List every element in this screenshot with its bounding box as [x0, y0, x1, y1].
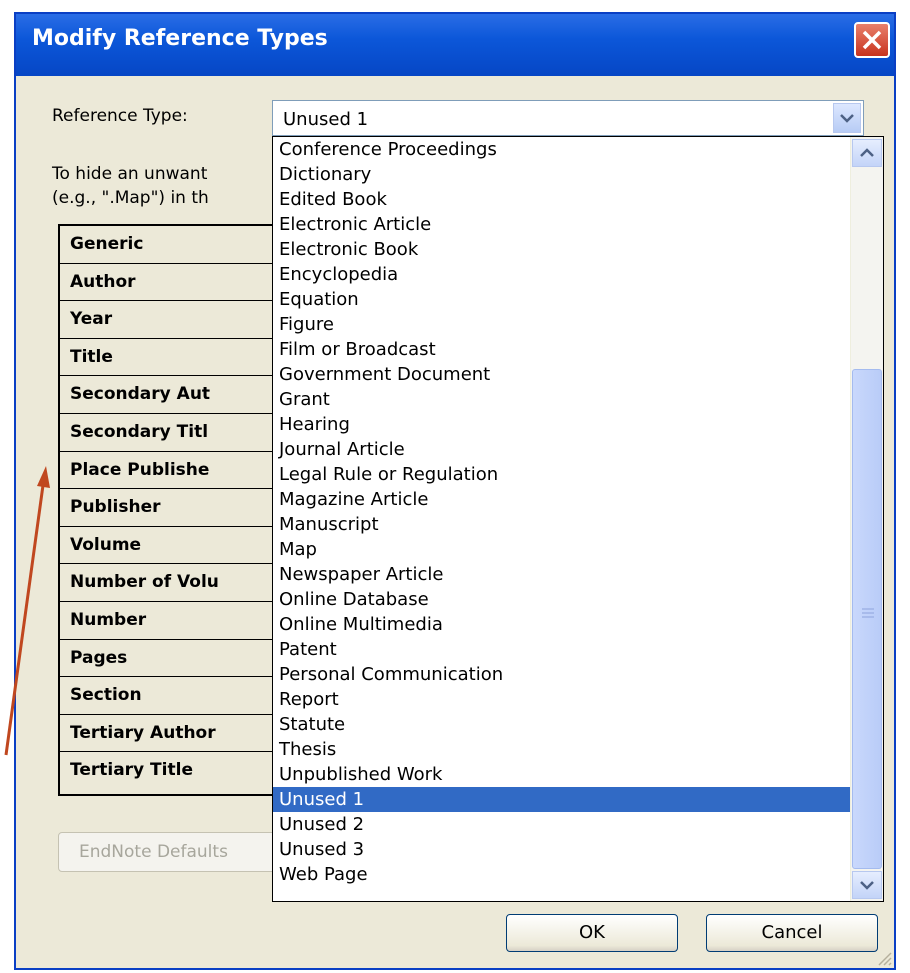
field-row[interactable]: Tertiary Title	[60, 752, 284, 790]
window-title: Modify Reference Types	[32, 26, 328, 51]
dropdown-item[interactable]: Hearing	[273, 412, 883, 437]
field-row[interactable]: Number	[60, 602, 284, 640]
instructions-line-1: To hide an unwant	[52, 164, 208, 184]
dropdown-item[interactable]: Conference Proceedings	[273, 137, 883, 162]
field-row[interactable]: Place Publishe	[60, 452, 284, 490]
dropdown-item[interactable]: Magazine Article	[273, 487, 883, 512]
dropdown-item[interactable]: Edited Book	[273, 187, 883, 212]
dropdown-item[interactable]: Patent	[273, 637, 883, 662]
annotation-arrow-icon	[4, 466, 50, 756]
dropdown-items: Conference Proceedings Dictionary Edited B…	[273, 137, 883, 887]
dropdown-item[interactable]: Unpublished Work	[273, 762, 883, 787]
chevron-down-icon	[840, 114, 854, 123]
field-row[interactable]: Title	[60, 339, 284, 377]
field-row[interactable]: Volume	[60, 527, 284, 565]
field-row[interactable]: Secondary Titl	[60, 414, 284, 452]
dropdown-item[interactable]: Report	[273, 687, 883, 712]
modify-reference-types-dialog: Modify Reference Types Reference Type: U…	[14, 12, 896, 970]
field-row[interactable]: Section	[60, 677, 284, 715]
dropdown-item[interactable]: Electronic Book	[273, 237, 883, 262]
dropdown-item[interactable]: Manuscript	[273, 512, 883, 537]
dropdown-item[interactable]: Unused 1	[273, 787, 883, 812]
dropdown-item[interactable]: Online Multimedia	[273, 612, 883, 637]
resize-grip-icon[interactable]	[876, 950, 892, 966]
field-row[interactable]: Secondary Aut	[60, 376, 284, 414]
field-row[interactable]: Year	[60, 301, 284, 339]
dropdown-button[interactable]	[833, 103, 861, 133]
ok-button[interactable]: OK	[506, 914, 678, 952]
dropdown-item[interactable]: Figure	[273, 312, 883, 337]
field-row[interactable]: Pages	[60, 640, 284, 678]
reference-type-value: Unused 1	[283, 109, 369, 130]
dropdown-item[interactable]: Unused 2	[273, 812, 883, 837]
dropdown-item[interactable]: Map	[273, 537, 883, 562]
title-bar[interactable]: Modify Reference Types	[16, 14, 894, 76]
close-button[interactable]	[854, 22, 890, 58]
field-row[interactable]: Number of Volu	[60, 564, 284, 602]
dropdown-item[interactable]: Government Document	[273, 362, 883, 387]
dropdown-item[interactable]: Online Database	[273, 587, 883, 612]
reference-type-dropdown-list[interactable]: Conference Proceedings Dictionary Edited B…	[272, 136, 884, 902]
scroll-down-button[interactable]	[852, 871, 882, 899]
instructions-line-2: (e.g., ".Map") in th	[52, 188, 209, 208]
dropdown-item[interactable]: Personal Communication	[273, 662, 883, 687]
dropdown-item[interactable]: Web Page	[273, 862, 883, 887]
field-row[interactable]: Author	[60, 264, 284, 302]
dropdown-item[interactable]: Film or Broadcast	[273, 337, 883, 362]
chevron-up-icon	[860, 148, 874, 157]
scroll-up-button[interactable]	[852, 139, 882, 167]
dropdown-item[interactable]: Thesis	[273, 737, 883, 762]
grip-icon	[862, 608, 874, 618]
field-name-table: Generic Author Year Title Secondary Aut …	[58, 224, 286, 796]
dropdown-item[interactable]: Statute	[273, 712, 883, 737]
reference-type-label: Reference Type:	[52, 106, 188, 126]
dropdown-item[interactable]: Encyclopedia	[273, 262, 883, 287]
endnote-defaults-button[interactable]: EndNote Defaults	[58, 832, 298, 872]
dropdown-item[interactable]: Electronic Article	[273, 212, 883, 237]
dropdown-scrollbar[interactable]	[850, 137, 883, 901]
cancel-button[interactable]: Cancel	[706, 914, 878, 952]
field-row[interactable]: Publisher	[60, 489, 284, 527]
field-row[interactable]: Tertiary Author	[60, 715, 284, 753]
reference-type-select[interactable]: Unused 1	[272, 100, 864, 136]
scroll-thumb[interactable]	[852, 369, 882, 869]
field-row[interactable]: Generic	[60, 226, 284, 264]
dropdown-item[interactable]: Equation	[273, 287, 883, 312]
dropdown-item[interactable]: Grant	[273, 387, 883, 412]
dropdown-item[interactable]: Journal Article	[273, 437, 883, 462]
dropdown-item[interactable]: Legal Rule or Regulation	[273, 462, 883, 487]
dropdown-item[interactable]: Dictionary	[273, 162, 883, 187]
chevron-down-icon	[860, 881, 874, 890]
close-icon	[862, 30, 882, 50]
dropdown-item[interactable]: Newspaper Article	[273, 562, 883, 587]
dropdown-item[interactable]: Unused 3	[273, 837, 883, 862]
